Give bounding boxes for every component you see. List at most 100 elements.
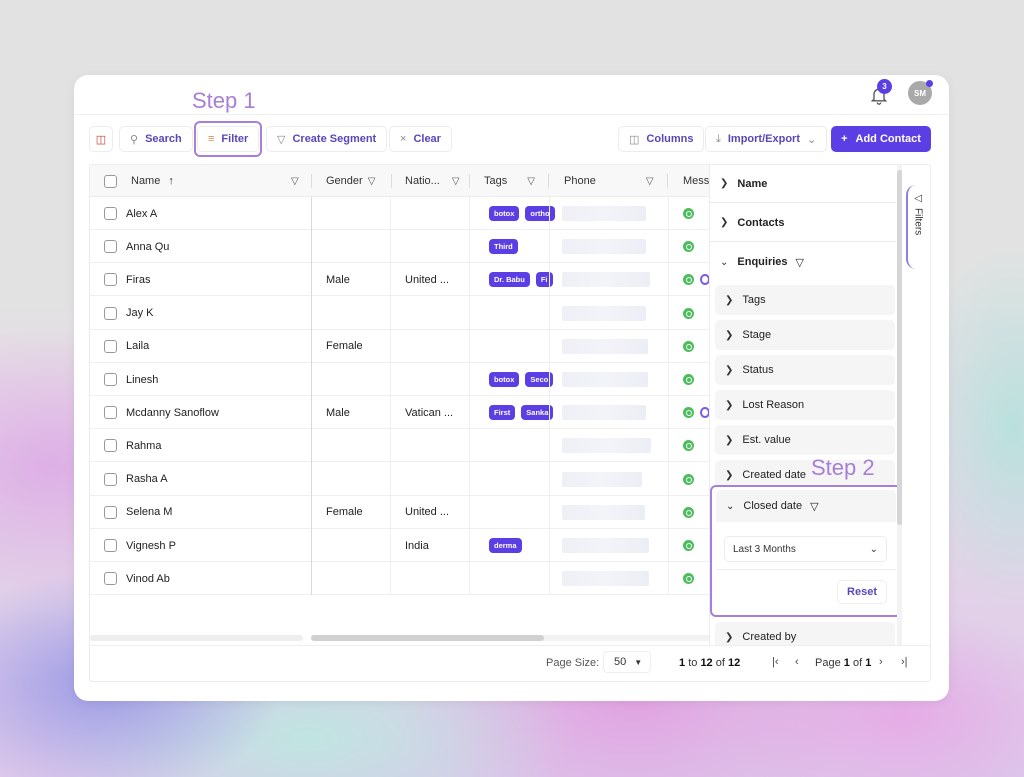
row-checkbox[interactable] [104,273,117,287]
filter-item-tags[interactable]: ❯ Tags [715,285,895,315]
row-checkbox[interactable] [104,539,117,552]
whatsapp-icon[interactable] [683,473,694,485]
cell-name[interactable]: Linesh [126,363,158,396]
prev-page-icon[interactable]: ‹ [795,656,799,668]
table-row[interactable]: Laila Female [90,330,710,363]
contacts-window: 3 SM Step 1 ◫ ⚲ Search ≡ Filter ▽ Create… [74,75,949,701]
row-checkbox[interactable] [104,572,117,586]
next-page-icon[interactable]: › [879,656,883,668]
filter-item-status[interactable]: ❯ Status [715,355,895,385]
header-gender[interactable]: Gender ▽ [326,165,375,197]
closed-date-header[interactable]: ⌄ Closed date ▽ [716,490,896,522]
select-all-checkbox[interactable] [104,174,117,188]
filter-section-contacts[interactable]: ❯ Contacts [710,204,896,242]
row-checkbox[interactable] [104,207,117,220]
last-page-icon[interactable]: ›| [901,656,908,668]
tag-badge[interactable]: Third [489,239,518,255]
table-row[interactable]: Rasha A [90,463,710,496]
nationality-filter-icon[interactable]: ▽ [452,176,460,187]
whatsapp-icon[interactable] [683,573,694,585]
tag-badge[interactable]: First [489,405,516,421]
row-checkbox[interactable] [104,505,117,519]
cell-name[interactable]: Vignesh P [126,529,176,562]
closed-date-select[interactable]: Last 3 Months ⌄ [724,536,887,562]
whatsapp-icon[interactable] [683,241,694,253]
tag-badge[interactable]: Fi [535,272,553,288]
whatsapp-icon[interactable] [683,506,694,518]
tag-badge[interactable]: botox [489,206,520,221]
filters-side-tab[interactable]: ▽ Filters [906,185,928,269]
table-row[interactable]: Anna Qu Third [90,230,710,264]
row-checkbox[interactable] [104,373,117,386]
tag-badge[interactable]: botox [489,372,520,387]
row-checkbox[interactable] [104,339,117,353]
table-row[interactable]: Firas Male United ... Dr. Babu Fi [90,263,710,297]
cell-name[interactable]: Alex A [126,197,157,230]
whatsapp-icon[interactable] [683,407,694,419]
filter-item-created-by[interactable]: ❯ Created by [715,622,895,645]
cell-name[interactable]: Anna Qu [126,230,169,263]
row-checkbox[interactable] [104,472,117,486]
tag-badge[interactable]: derma [489,538,522,553]
table-row[interactable]: Alex A botox ortho [90,197,710,230]
row-checkbox[interactable] [104,439,117,453]
tag-badge[interactable]: Dr. Babu [489,272,530,288]
horizontal-scrollbar-thumb[interactable] [311,635,544,641]
cell-name[interactable]: Laila [126,330,149,363]
header-select-all[interactable] [104,165,117,197]
cell-name[interactable]: Vinod Ab [126,562,170,595]
sidebar-toggle-button[interactable]: ◫ [89,126,113,152]
header-name[interactable]: Name ↑ [131,165,174,197]
whatsapp-icon[interactable] [683,340,694,352]
filter-item-stage[interactable]: ❯ Stage [715,320,895,350]
reset-button[interactable]: Reset [837,580,887,604]
header-messengers[interactable]: Mess [683,165,709,197]
clear-button[interactable]: × Clear [389,126,452,152]
table-row[interactable]: Rahma [90,429,710,463]
phone-redacted [562,206,646,221]
name-filter-icon[interactable]: ▽ [291,176,299,187]
whatsapp-icon[interactable] [683,208,694,219]
header-nationality[interactable]: Natio... ▽ [405,165,460,197]
filter-item-est-value[interactable]: ❯ Est. value [715,425,895,455]
cell-name[interactable]: Firas [126,263,150,296]
whatsapp-icon[interactable] [683,374,694,385]
cell-name[interactable]: Rahma [126,429,161,462]
whatsapp-icon[interactable] [683,440,694,452]
gender-filter-icon[interactable]: ▽ [368,176,376,187]
table-row[interactable]: Vinod Ab [90,562,710,596]
page-size-select[interactable]: 50 ▼ [603,651,651,673]
table-row[interactable]: Linesh botox Seco [90,363,710,396]
tag-badge[interactable]: ortho [525,206,555,221]
table-row[interactable]: Mcdanny Sanoflow Male Vatican ... First Sank… [90,396,710,430]
whatsapp-icon[interactable] [683,540,694,551]
row-checkbox[interactable] [104,406,117,420]
table-row[interactable]: Selena M Female United ... [90,496,710,529]
first-page-icon[interactable]: |‹ [772,656,779,668]
table-row[interactable]: Jay K [90,297,710,330]
filter-panel-scrollbar-thumb[interactable] [897,170,902,525]
row-checkbox[interactable] [104,240,117,254]
header-phone[interactable]: Phone ▽ [564,165,654,197]
search-button[interactable]: ⚲ Search [119,126,193,152]
create-segment-button[interactable]: ▽ Create Segment [266,126,388,152]
phone-filter-icon[interactable]: ▽ [646,176,654,187]
add-contact-button[interactable]: + Add Contact [831,126,931,152]
filter-section-enquiries[interactable]: ⌄ Enquiries ▽ [710,243,896,281]
filter-item-lost-reason[interactable]: ❯ Lost Reason [715,390,895,420]
cell-name[interactable]: Mcdanny Sanoflow [126,396,219,429]
row-checkbox[interactable] [104,306,117,320]
filter-section-name[interactable]: ❯ Name [710,165,896,203]
import-export-button[interactable]: ⤓ Import/Export ⌄ [705,126,828,152]
cell-name[interactable]: Jay K [126,297,154,330]
pinned-horizontal-scrollbar[interactable] [90,635,303,641]
whatsapp-icon[interactable] [683,274,694,286]
header-tags[interactable]: Tags ▽ [484,165,535,197]
sort-asc-icon[interactable]: ↑ [168,175,174,187]
cell-name[interactable]: Rasha A [126,463,168,496]
cell-name[interactable]: Selena M [126,496,172,529]
table-row[interactable]: Vignesh P India derma [90,529,710,562]
tags-filter-icon[interactable]: ▽ [527,176,535,187]
whatsapp-icon[interactable] [683,307,694,319]
columns-button[interactable]: ◫ Columns [618,126,705,152]
